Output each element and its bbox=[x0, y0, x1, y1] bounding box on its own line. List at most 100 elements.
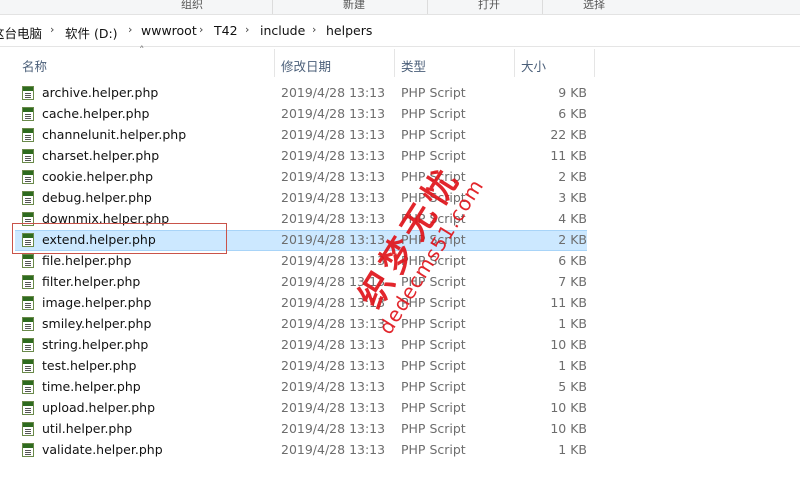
file-size: 10 KB bbox=[550, 421, 587, 436]
file-date: 2019/4/28 13:13 bbox=[281, 400, 386, 415]
file-name: image.helper.php bbox=[42, 295, 152, 310]
file-type: PHP Script bbox=[401, 85, 466, 100]
file-size: 1 KB bbox=[558, 442, 587, 457]
file-size: 9 KB bbox=[558, 85, 587, 100]
file-row[interactable]: validate.helper.php 2019/4/28 13:13 PHP Sc… bbox=[0, 440, 800, 461]
breadcrumb-helpers[interactable]: helpers bbox=[326, 23, 372, 38]
file-size: 1 KB bbox=[558, 316, 587, 331]
file-date: 2019/4/28 13:13 bbox=[281, 190, 386, 205]
file-type: PHP Script bbox=[401, 127, 466, 142]
file-date: 2019/4/28 13:13 bbox=[281, 106, 386, 121]
file-size: 10 KB bbox=[550, 337, 587, 352]
file-date: 2019/4/28 13:13 bbox=[281, 148, 386, 163]
file-row[interactable]: cookie.helper.php 2019/4/28 13:13 PHP Scri… bbox=[0, 167, 800, 188]
file-size: 5 KB bbox=[558, 379, 587, 394]
php-file-icon bbox=[22, 86, 34, 100]
file-name: smiley.helper.php bbox=[42, 316, 152, 331]
file-date: 2019/4/28 13:13 bbox=[281, 316, 386, 331]
file-size: 1 KB bbox=[558, 358, 587, 373]
address-bar[interactable]: 这台电脑 › 软件 (D:) › wwwroot › T42 › include… bbox=[0, 15, 800, 47]
file-name: upload.helper.php bbox=[42, 400, 156, 415]
file-date: 2019/4/28 13:13 bbox=[281, 232, 386, 247]
php-file-icon bbox=[22, 191, 34, 205]
file-row[interactable]: charset.helper.php 2019/4/28 13:13 PHP Scr… bbox=[0, 146, 800, 167]
breadcrumb-chevron-icon[interactable]: › bbox=[199, 23, 203, 36]
file-name: charset.helper.php bbox=[42, 148, 160, 163]
php-file-icon bbox=[22, 149, 34, 163]
column-header-type[interactable]: 类型 bbox=[401, 56, 426, 75]
php-file-icon bbox=[22, 317, 34, 331]
breadcrumb-t42[interactable]: T42 bbox=[214, 23, 238, 38]
php-file-icon bbox=[22, 275, 34, 289]
file-date: 2019/4/28 13:13 bbox=[281, 421, 386, 436]
file-size: 2 KB bbox=[558, 169, 587, 184]
breadcrumb-this-pc[interactable]: 这台电脑 bbox=[0, 23, 42, 42]
highlight-box bbox=[12, 223, 227, 254]
php-file-icon bbox=[22, 170, 34, 184]
file-name: cache.helper.php bbox=[42, 106, 150, 121]
column-header-size[interactable]: 大小 bbox=[521, 56, 546, 75]
file-size: 11 KB bbox=[550, 148, 587, 163]
file-name: cookie.helper.php bbox=[42, 169, 154, 184]
ribbon-select-label[interactable]: 选择 bbox=[583, 0, 605, 12]
file-row[interactable]: channelunit.helper.php 2019/4/28 13:13 PHP… bbox=[0, 125, 800, 146]
file-size: 4 KB bbox=[558, 211, 587, 226]
ribbon-new-label[interactable]: 新建 bbox=[343, 0, 365, 12]
file-row[interactable]: archive.helper.php 2019/4/28 13:13 PHP Scr… bbox=[0, 83, 800, 104]
file-size: 6 KB bbox=[558, 253, 587, 268]
php-file-icon bbox=[22, 443, 34, 457]
column-header-name[interactable]: 名称 bbox=[22, 56, 47, 75]
file-row[interactable]: test.helper.php 2019/4/28 13:13 PHP Script… bbox=[0, 356, 800, 377]
php-file-icon bbox=[22, 359, 34, 373]
file-row[interactable]: cache.helper.php 2019/4/28 13:13 PHP Scrip… bbox=[0, 104, 800, 125]
php-file-icon bbox=[22, 128, 34, 142]
breadcrumb-wwwroot[interactable]: wwwroot bbox=[141, 23, 197, 38]
file-name: test.helper.php bbox=[42, 358, 137, 373]
php-file-icon bbox=[22, 296, 34, 310]
file-type: PHP Script bbox=[401, 358, 466, 373]
file-name: string.helper.php bbox=[42, 337, 149, 352]
file-type: PHP Script bbox=[401, 421, 466, 436]
breadcrumb-chevron-icon[interactable]: › bbox=[245, 23, 249, 36]
file-row[interactable]: util.helper.php 2019/4/28 13:13 PHP Script… bbox=[0, 419, 800, 440]
file-name: file.helper.php bbox=[42, 253, 132, 268]
breadcrumb-chevron-icon[interactable]: › bbox=[312, 23, 316, 36]
column-header-date[interactable]: 修改日期 bbox=[281, 56, 331, 75]
breadcrumb-include[interactable]: include bbox=[260, 23, 305, 38]
ribbon-open-label[interactable]: 打开 bbox=[478, 0, 500, 12]
file-size: 7 KB bbox=[558, 274, 587, 289]
file-name: channelunit.helper.php bbox=[42, 127, 187, 142]
file-date: 2019/4/28 13:13 bbox=[281, 85, 386, 100]
file-size: 2 KB bbox=[558, 232, 587, 247]
file-type: PHP Script bbox=[401, 337, 466, 352]
breadcrumb-drive[interactable]: 软件 (D:) bbox=[65, 23, 118, 42]
column-header-row: ˄ 名称 修改日期 类型 大小 bbox=[0, 44, 800, 77]
file-type: PHP Script bbox=[401, 316, 466, 331]
file-date: 2019/4/28 13:13 bbox=[281, 379, 386, 394]
file-row[interactable]: string.helper.php 2019/4/28 13:13 PHP Scri… bbox=[0, 335, 800, 356]
file-date: 2019/4/28 13:13 bbox=[281, 169, 386, 184]
file-row[interactable]: time.helper.php 2019/4/28 13:13 PHP Script… bbox=[0, 377, 800, 398]
file-size: 10 KB bbox=[550, 400, 587, 415]
file-type: PHP Script bbox=[401, 106, 466, 121]
file-date: 2019/4/28 13:13 bbox=[281, 442, 386, 457]
file-date: 2019/4/28 13:13 bbox=[281, 127, 386, 142]
php-file-icon bbox=[22, 380, 34, 394]
file-size: 3 KB bbox=[558, 190, 587, 205]
sort-ascending-icon: ˄ bbox=[139, 44, 145, 57]
file-name: filter.helper.php bbox=[42, 274, 141, 289]
breadcrumb-chevron-icon[interactable]: › bbox=[50, 23, 54, 36]
file-name: validate.helper.php bbox=[42, 442, 163, 457]
php-file-icon bbox=[22, 401, 34, 415]
breadcrumb-chevron-icon[interactable]: › bbox=[128, 23, 132, 36]
file-row[interactable]: upload.helper.php 2019/4/28 13:13 PHP Scri… bbox=[0, 398, 800, 419]
file-name: time.helper.php bbox=[42, 379, 141, 394]
file-name: util.helper.php bbox=[42, 421, 133, 436]
php-file-icon bbox=[22, 338, 34, 352]
php-file-icon bbox=[22, 107, 34, 121]
file-date: 2019/4/28 13:13 bbox=[281, 337, 386, 352]
php-file-icon bbox=[22, 254, 34, 268]
file-date: 2019/4/28 13:13 bbox=[281, 358, 386, 373]
ribbon-organize-label[interactable]: 组织 bbox=[181, 0, 203, 12]
ribbon-bar: 组织 新建 打开 选择 bbox=[0, 0, 800, 15]
